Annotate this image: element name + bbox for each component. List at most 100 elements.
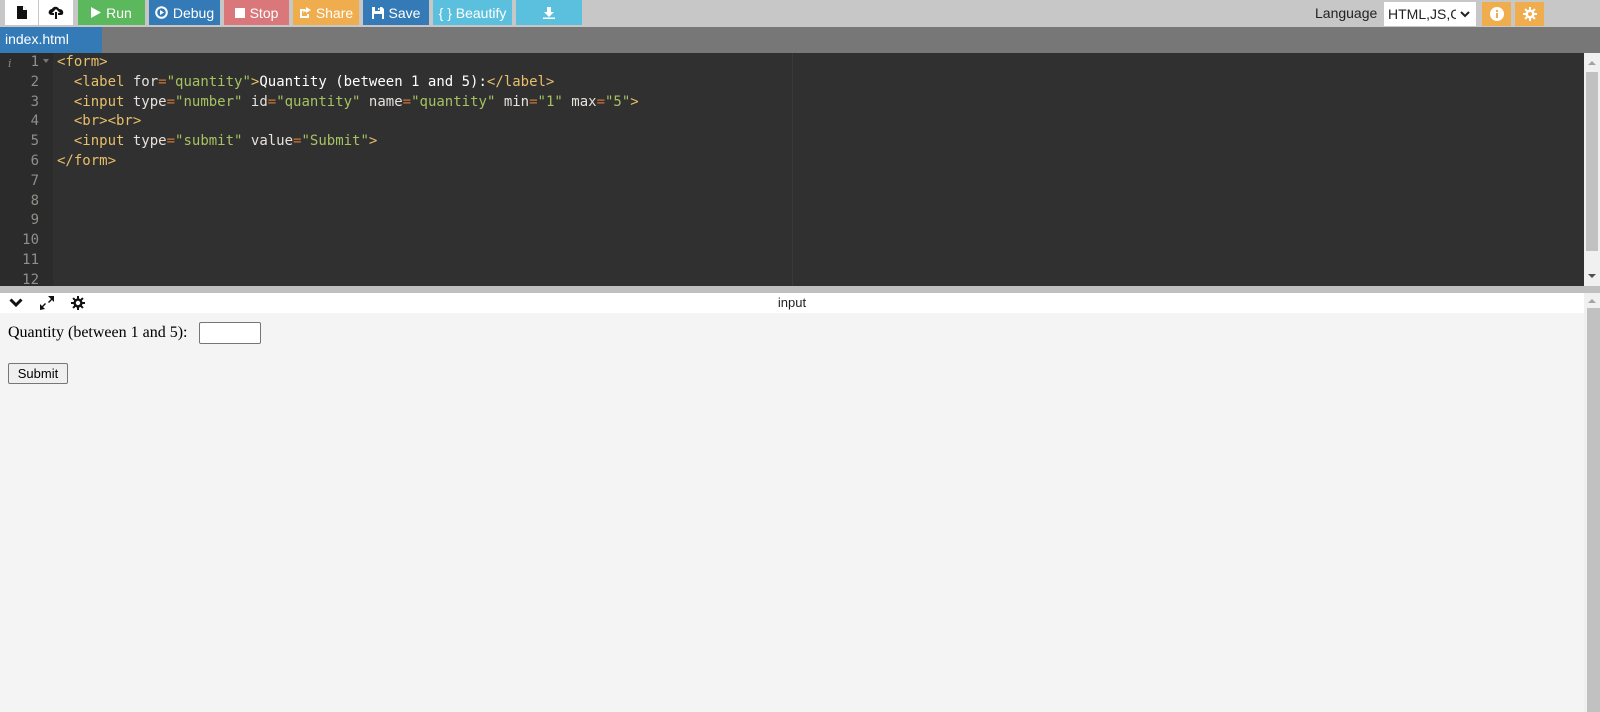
code-token: "quantity" — [411, 93, 496, 110]
scrollbar-thumb[interactable] — [1587, 308, 1600, 712]
code-token: = — [267, 93, 277, 110]
line-number: 7 — [30, 172, 39, 189]
play-icon — [91, 7, 102, 18]
download-button[interactable] — [516, 0, 582, 25]
code-line: <input type="number" id="quantity" name=… — [57, 93, 639, 113]
line-number: 4 — [30, 113, 39, 130]
code-token: "number" — [175, 93, 243, 110]
save-label: Save — [388, 4, 421, 21]
code-token: = — [402, 93, 412, 110]
code-token: "quantity" — [276, 93, 361, 110]
code-token: for — [132, 73, 159, 90]
code-token: type — [132, 93, 167, 110]
file-tab-bar: index.html — [0, 27, 1600, 53]
code-token: name — [360, 93, 403, 110]
code-token: value — [242, 133, 294, 150]
gear-icon — [1522, 7, 1537, 21]
info-button[interactable] — [1482, 2, 1511, 26]
code-token: </form> — [57, 152, 117, 169]
line-number: 9 — [30, 212, 39, 229]
tab-index-html[interactable]: index.html — [0, 27, 102, 53]
line-number: 1 — [30, 54, 39, 70]
code-token: "1" — [537, 93, 563, 110]
code-token: Quantity (between 1 and 5): — [259, 73, 487, 90]
line-number: 5 — [30, 133, 39, 150]
language-select[interactable]: HTML,JS,CSS — [1384, 2, 1476, 26]
settings-button[interactable] — [1515, 2, 1544, 26]
gear-icon[interactable] — [71, 296, 85, 310]
debug-label: Debug — [172, 4, 215, 21]
scroll-up-arrow-icon[interactable] — [1588, 299, 1596, 303]
cloud-upload-icon — [48, 6, 64, 19]
share-label: Share — [315, 4, 354, 21]
code-token: "5" — [605, 93, 631, 110]
code-token: > — [368, 133, 378, 150]
top-toolbar: Run Debug Stop Share Save { } Beautify L… — [0, 0, 1600, 27]
fold-arrow-icon[interactable] — [43, 59, 49, 63]
scroll-up-arrow-icon[interactable] — [1588, 61, 1596, 65]
line-number: 12 — [22, 271, 39, 286]
code-line: </form> — [57, 152, 639, 172]
language-value: HTML,JS,CSS — [1388, 6, 1456, 22]
beautify-button[interactable]: { } Beautify — [433, 0, 512, 25]
code-token: = — [529, 93, 538, 110]
output-header: input — [0, 293, 1584, 313]
line-number: 11 — [22, 252, 39, 268]
quantity-input[interactable] — [199, 322, 261, 344]
code-content[interactable]: <form> <label for="quantity">Quantity (b… — [57, 53, 639, 172]
editor-scrollbar[interactable] — [1584, 53, 1600, 286]
code-token: min — [495, 93, 530, 110]
save-button[interactable]: Save — [363, 0, 429, 25]
output-title: input — [777, 295, 807, 310]
code-token: = — [166, 133, 176, 150]
quantity-label: Quantity (between 1 and 5): — [8, 324, 188, 341]
print-margin — [792, 53, 793, 286]
line-number: 8 — [30, 192, 39, 209]
stop-button[interactable]: Stop — [224, 0, 289, 25]
scroll-down-arrow-icon[interactable] — [1588, 274, 1596, 278]
code-token: = — [166, 93, 176, 110]
output-preview: Quantity (between 1 and 5): Submit — [0, 313, 1584, 712]
line-number: 6 — [30, 153, 39, 169]
share-button[interactable]: Share — [293, 0, 359, 25]
code-token: "Submit" — [301, 133, 369, 150]
code-token: = — [596, 93, 605, 110]
share-icon — [299, 6, 311, 18]
chevron-down-icon[interactable] — [9, 298, 23, 308]
debug-button[interactable]: Debug — [149, 0, 220, 25]
stop-label: Stop — [249, 4, 279, 21]
line-number: 3 — [30, 93, 39, 110]
code-token: <br><br> — [73, 113, 142, 130]
submit-button[interactable]: Submit — [8, 363, 68, 384]
code-token: <form> — [57, 54, 108, 70]
info-annotation-icon: i — [8, 57, 12, 70]
scrollbar-thumb[interactable] — [1586, 72, 1598, 251]
beautify-label: { } Beautify — [438, 4, 507, 21]
code-token: id — [242, 93, 268, 110]
code-token: = — [158, 73, 167, 90]
line-number: 10 — [22, 232, 39, 249]
code-token: type — [132, 133, 167, 150]
code-editor[interactable]: i 1 2 3 4 5 6 7 8 9 10 11 12 <form> <label for="qua… — [0, 53, 1584, 286]
code-token: <label — [73, 73, 133, 90]
expand-icon[interactable] — [40, 296, 54, 310]
new-file-button[interactable] — [5, 0, 38, 25]
run-button[interactable]: Run — [78, 0, 145, 25]
code-token: </label> — [486, 73, 555, 90]
chevron-down-icon — [1460, 10, 1470, 17]
floppy-icon — [371, 6, 384, 19]
code-token: "quantity" — [166, 73, 251, 90]
panel-splitter[interactable] — [0, 286, 1600, 293]
file-icon — [16, 6, 27, 19]
code-token: <input — [73, 93, 133, 110]
code-token: "submit" — [175, 133, 243, 150]
upload-button[interactable] — [39, 0, 73, 25]
line-number: 2 — [30, 73, 39, 90]
language-label: Language — [1315, 5, 1378, 21]
download-icon — [543, 6, 555, 19]
code-token: > — [630, 93, 639, 110]
output-scrollbar[interactable] — [1584, 293, 1600, 712]
